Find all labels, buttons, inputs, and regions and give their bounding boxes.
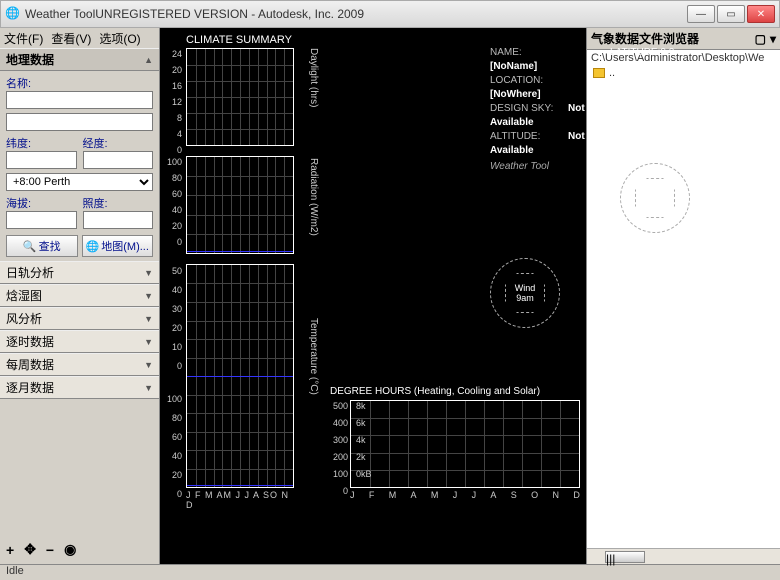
window-title: Weather ToolUNREGISTERED VERSION - Autod… — [25, 7, 687, 21]
panel-wind[interactable]: 风分析▼ — [0, 307, 159, 330]
chevron-down-icon: ▼ — [144, 268, 153, 278]
app-icon: 🌐 — [5, 6, 21, 22]
chevron-down-icon: ▼ — [144, 291, 153, 301]
temp-axis-label: Temperature (°C) — [308, 318, 319, 395]
search-icon: 🔍 — [23, 240, 37, 253]
minimize-button[interactable]: — — [687, 5, 715, 23]
find-button[interactable]: 🔍查找 — [6, 235, 78, 257]
climate-title: CLIMATE SUMMARY — [186, 34, 292, 46]
lat-label: 纬度: — [6, 135, 77, 151]
degree-chart — [350, 400, 580, 488]
panel-hourly[interactable]: 逐时数据▼ — [0, 330, 159, 353]
name-label: 名称: — [6, 75, 153, 91]
alt-input[interactable] — [6, 211, 77, 229]
degree-title: DEGREE HOURS (Heating, Cooling and Solar… — [330, 386, 540, 397]
temp-yaxis-bot: 100806040200 — [160, 390, 182, 504]
menu-view[interactable]: 查看(V) — [51, 30, 91, 47]
info-left: NAME:[NoName] LOCATION:[NoWhere] DESIGN … — [490, 46, 586, 174]
daylight-yaxis: 24201612840 — [164, 46, 182, 158]
ill-input[interactable] — [83, 211, 154, 229]
temp-yaxis-top: 50403020100 — [164, 262, 182, 376]
name-input[interactable] — [6, 91, 153, 109]
globe-icon: 🌐 — [86, 240, 100, 253]
panel-psych[interactable]: 焓湿图▼ — [0, 284, 159, 307]
folder-icon — [593, 68, 605, 78]
name-input-2[interactable] — [6, 113, 153, 131]
lat-input[interactable] — [6, 151, 77, 169]
left-sidebar: 文件(F) 查看(V) 选项(O) 地理数据 ▲ 名称: 纬度: 经度: +8:… — [0, 28, 160, 564]
lon-label: 经度: — [83, 135, 154, 151]
geo-body: 名称: 纬度: 经度: +8:00 Perth 海拔: 照度: 🔍查找 🌐地图(… — [0, 71, 159, 261]
lon-input[interactable] — [83, 151, 154, 169]
geo-header-label: 地理数据 — [6, 51, 54, 68]
temp-chart — [186, 264, 294, 488]
daylight-axis-label: Daylight (hrs) — [308, 48, 319, 107]
titlebar: 🌐 Weather ToolUNREGISTERED VERSION - Aut… — [0, 0, 780, 28]
maximize-button[interactable]: ▭ — [717, 5, 745, 23]
radiation-chart — [186, 156, 294, 254]
tool-name: Weather Tool — [490, 160, 586, 174]
radiation-yaxis: 100806040200 — [160, 154, 182, 250]
alt-label: 海拔: — [6, 195, 77, 211]
zoom-out-icon[interactable]: − — [46, 542, 54, 558]
radiation-axis-label: Radiation (W/m2) — [308, 158, 319, 236]
ill-label: 照度: — [83, 195, 154, 211]
panel-sun[interactable]: 日轨分析▼ — [0, 261, 159, 284]
menu-options[interactable]: 选项(O) — [99, 30, 140, 47]
dock-icon[interactable]: ▢ — [755, 32, 766, 46]
chevron-down-icon: ▼ — [144, 383, 153, 393]
status-bar: Idle — [0, 564, 780, 580]
panel-monthly[interactable]: 逐月数据▼ — [0, 376, 159, 399]
close-button[interactable]: ✕ — [747, 5, 775, 23]
chevron-down-icon: ▼ — [144, 337, 153, 347]
chevron-down-icon: ▼ — [144, 314, 153, 324]
camera-icon[interactable]: ◉ — [64, 541, 76, 558]
chevron-up-icon: ▲ — [144, 55, 153, 65]
degree-xaxis: JFMAMJJASOND — [350, 490, 580, 500]
panel-weekly[interactable]: 每周数据▼ — [0, 353, 159, 376]
climate-canvas: CLIMATE SUMMARY NAME:[NoName] LOCATION:[… — [160, 28, 586, 564]
h-scrollbar[interactable]: ||| — [587, 548, 780, 564]
months-xaxis: J F M AM J J A SO N D — [186, 490, 296, 510]
menubar: 文件(F) 查看(V) 选项(O) — [0, 28, 159, 48]
wind-9am: Wind 9am — [490, 258, 560, 328]
zoom-in-icon[interactable]: + — [6, 542, 14, 558]
menu-file[interactable]: 文件(F) — [4, 30, 43, 47]
degree-yaxis-l: 5004003002001000 — [322, 398, 348, 500]
chevron-down-icon: ▼ — [144, 360, 153, 370]
dropdown-icon[interactable]: ▾ — [770, 32, 776, 46]
map-label: 地图(M)... — [101, 238, 149, 254]
zoom-tools: + ✥ − ◉ — [0, 535, 159, 564]
geo-header[interactable]: 地理数据 ▲ — [0, 48, 159, 71]
daylight-chart — [186, 48, 294, 146]
file-browser: 气象数据文件浏览器 ▢ ▾ C:\Users\Administrator\Des… — [586, 28, 780, 564]
scroll-thumb[interactable]: ||| — [605, 551, 645, 563]
degree-yaxis-r: 8k6k4k2k0kB — [356, 398, 382, 483]
crosshair-icon[interactable]: ✥ — [24, 541, 36, 558]
timezone-select[interactable]: +8:00 Perth — [6, 173, 153, 191]
find-label: 查找 — [39, 238, 61, 254]
map-button[interactable]: 🌐地图(M)... — [82, 235, 154, 257]
